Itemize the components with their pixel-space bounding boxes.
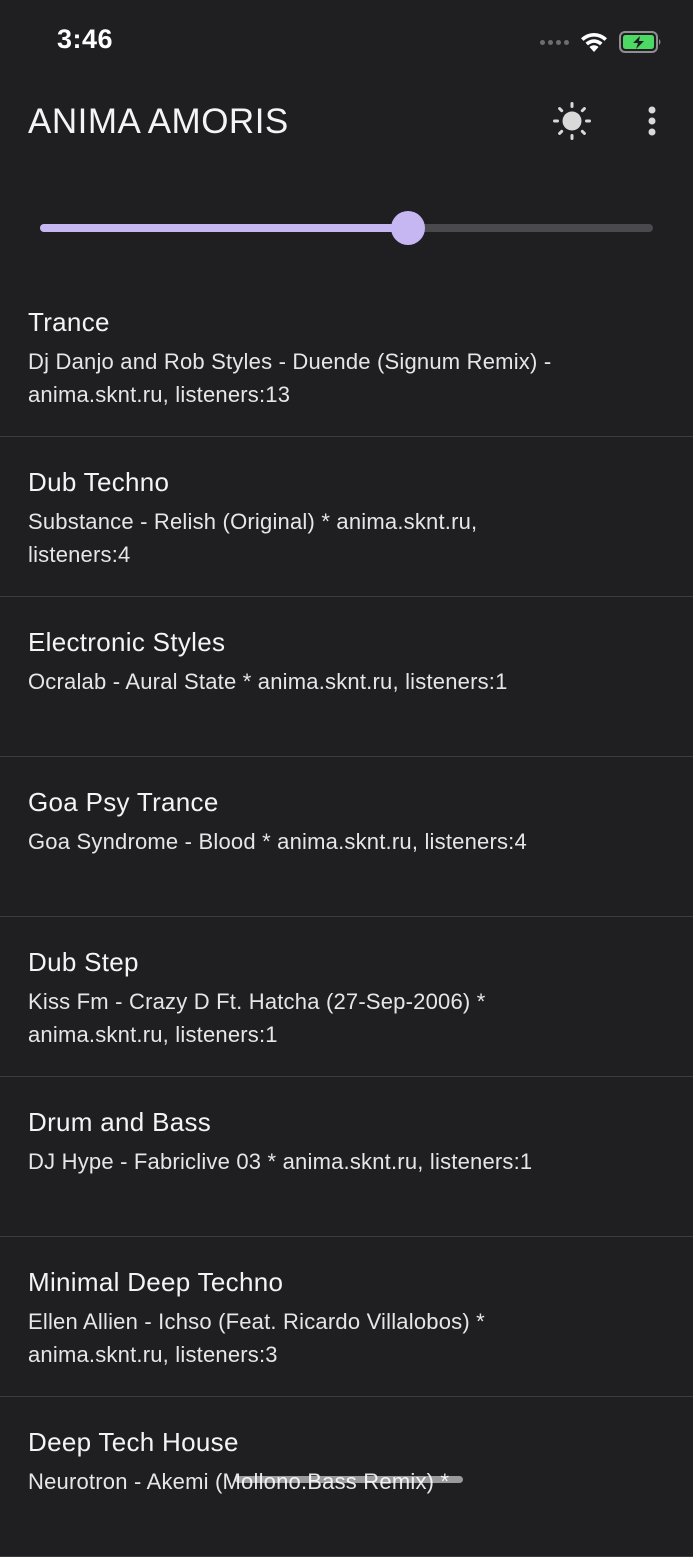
station-now-playing: Ocralab - Aural State * anima.sknt.ru, l… [28, 669, 508, 694]
station-now-playing: Substance - Relish (Original) * anima.sk… [28, 509, 478, 567]
station-list-item[interactable]: Goa Psy Trance Goa Syndrome - Blood * ani… [0, 757, 693, 917]
app-title: ANIMA AMORIS [28, 102, 289, 141]
station-now-playing: Goa Syndrome - Blood * anima.sknt.ru, li… [28, 829, 527, 854]
more-options-button[interactable] [628, 97, 676, 145]
more-vert-icon [648, 106, 656, 136]
station-list-item[interactable]: Drum and Bass DJ Hype - Fabriclive 03 * a… [0, 1077, 693, 1237]
station-name: Goa Psy Trance [28, 787, 219, 817]
station-name: Drum and Bass [28, 1107, 212, 1137]
station-now-playing: DJ Hype - Fabriclive 03 * anima.sknt.ru,… [28, 1149, 533, 1174]
station-list-item[interactable]: Dub Step Kiss Fm - Crazy D Ft. Hatcha (27… [0, 917, 693, 1077]
theme-toggle-button[interactable] [548, 97, 596, 145]
station-list-item[interactable]: Minimal Deep Techno Ellen Allien - Ichso … [0, 1237, 693, 1397]
station-name: Deep Tech House [28, 1427, 239, 1457]
cellular-signal-icon [540, 39, 569, 45]
station-name: Electronic Styles [28, 627, 226, 657]
station-now-playing: Ellen Allien - Ichso (Feat. Ricardo Vill… [28, 1309, 485, 1367]
status-bar: 3:46 [0, 0, 693, 86]
slider-thumb[interactable] [391, 211, 425, 245]
status-time: 3:46 [57, 24, 114, 54]
station-list-item[interactable]: Dub Techno Substance - Relish (Original) … [0, 437, 693, 597]
station-list-item[interactable]: Electronic Styles Ocralab - Aural State *… [0, 597, 693, 757]
station-name: Minimal Deep Techno [28, 1267, 284, 1297]
station-list-item[interactable]: Trance Dj Danjo and Rob Styles - Duende (… [0, 277, 693, 437]
volume-slider[interactable] [40, 210, 653, 246]
slider-active-track [40, 224, 408, 232]
app-bar: ANIMA AMORIS [0, 86, 693, 158]
home-indicator [235, 1476, 463, 1483]
station-now-playing: Kiss Fm - Crazy D Ft. Hatcha (27-Sep-200… [28, 989, 486, 1047]
brightness-icon [553, 102, 591, 140]
station-list: Trance Dj Danjo and Rob Styles - Duende (… [0, 277, 693, 1557]
station-now-playing: Dj Danjo and Rob Styles - Duende (Signum… [28, 349, 552, 407]
wifi-icon [581, 32, 607, 52]
station-name: Dub Techno [28, 467, 170, 497]
station-name: Dub Step [28, 947, 139, 977]
status-icons [540, 29, 663, 55]
battery-charging-icon [619, 31, 661, 53]
station-name: Trance [28, 307, 110, 337]
